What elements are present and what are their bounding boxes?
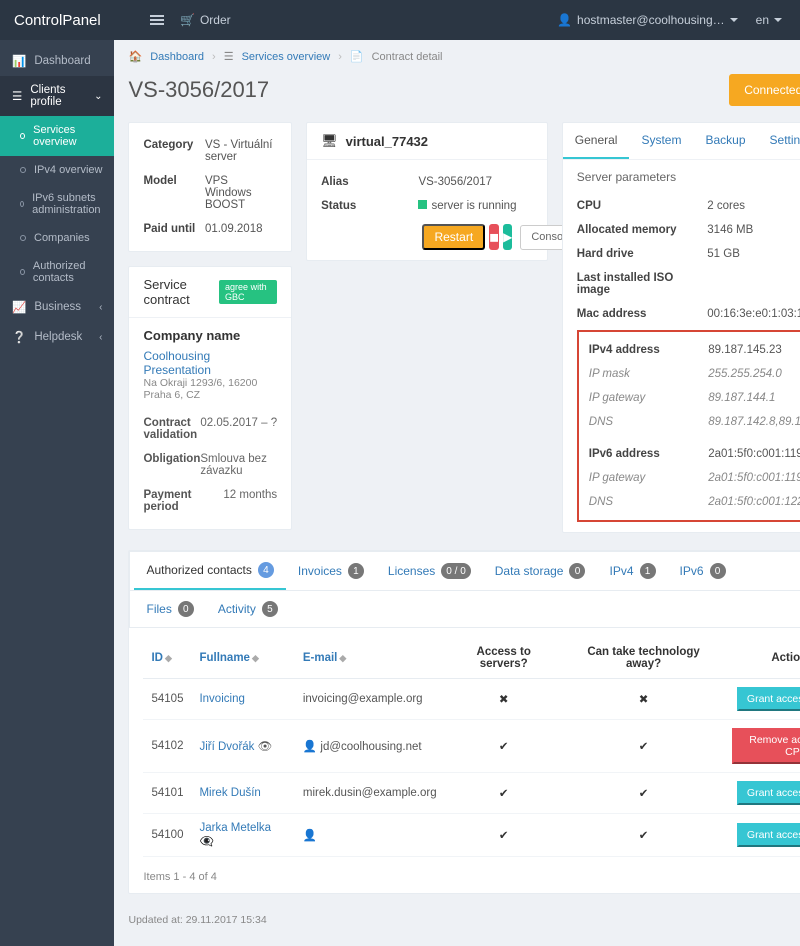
- th-actions: Actions: [724, 638, 800, 679]
- sidebar-dashboard[interactable]: 📊 Dashboard: [0, 46, 114, 76]
- sidebar-sub-4[interactable]: Authorized contacts: [0, 252, 114, 292]
- count-badge: 5: [262, 601, 278, 617]
- eye-off-icon: 👁‍🗨: [199, 836, 213, 848]
- circle-icon: [20, 269, 25, 275]
- pill-licenses[interactable]: Licenses 0 / 0: [376, 552, 483, 590]
- contact-link[interactable]: Mirek Dušín: [199, 787, 260, 799]
- sidebar-helpdesk[interactable]: ❔ Helpdesk‹: [0, 322, 114, 352]
- sidebar-business[interactable]: 📈 Business‹: [0, 292, 114, 322]
- tab-settings[interactable]: Settings: [758, 123, 800, 159]
- company-address: Na Okraji 1293/6, 16200 Praha 6, CZ: [143, 377, 277, 401]
- pill-ipv6[interactable]: IPv6 0: [668, 552, 738, 590]
- chevron-down-icon: [774, 18, 782, 26]
- th-takeaway: Can take technology away?: [563, 638, 725, 679]
- th-email[interactable]: E-mail◆: [295, 638, 445, 679]
- circle-icon: [20, 133, 25, 139]
- network-highlight-box: IPv4 address89.187.145.23IP mask255.255.…: [577, 330, 800, 522]
- remove-access-button[interactable]: Remove access to CP: [732, 728, 800, 764]
- count-badge: 0 / 0: [441, 563, 470, 579]
- tab-system[interactable]: System: [629, 123, 693, 159]
- grant-access-button[interactable]: Grant access to CP: [737, 781, 800, 805]
- pill-activity[interactable]: Activity 5: [206, 591, 290, 627]
- contact-link[interactable]: Invoicing: [199, 693, 244, 705]
- breadcrumb-services[interactable]: Services overview: [242, 51, 331, 63]
- count-badge: 0: [569, 563, 585, 579]
- play-button[interactable]: ▶: [503, 224, 512, 250]
- table-row: 54101Mirek Dušínmirek.dusin@example.org✔…: [143, 773, 800, 814]
- pill-data storage[interactable]: Data storage 0: [483, 552, 598, 590]
- breadcrumb: 🏠 Dashboard› ☰ Services overview› 📄 Cont…: [128, 50, 800, 63]
- pill-files[interactable]: Files 0: [134, 591, 205, 627]
- connected-button[interactable]: Connected: [729, 74, 800, 106]
- count-badge: 1: [640, 563, 656, 579]
- company-link[interactable]: Coolhousing Presentation: [143, 349, 210, 377]
- lang-menu[interactable]: en: [756, 13, 782, 27]
- count-badge: 1: [348, 563, 364, 579]
- contact-link[interactable]: Jiří Dvořák: [199, 741, 254, 753]
- pill-ipv4[interactable]: IPv4 1: [597, 552, 667, 590]
- server-params-title: Server parameters: [577, 170, 800, 184]
- person-icon: 👤: [303, 830, 317, 842]
- status-dot-icon: [418, 200, 427, 209]
- table-row: 54100Jarka Metelka 👁‍🗨👤✔✔Grant access to…: [143, 814, 800, 857]
- pill-authorized contacts[interactable]: Authorized contacts 4: [134, 552, 285, 590]
- th-access: Access to servers?: [445, 638, 563, 679]
- restart-button[interactable]: Restart: [422, 224, 485, 250]
- brand[interactable]: ControlPanel: [0, 12, 140, 29]
- th-id[interactable]: ID◆: [143, 638, 191, 679]
- circle-icon: [20, 167, 26, 173]
- sidebar-sub-3[interactable]: Companies: [0, 224, 114, 252]
- circle-icon: [20, 235, 26, 241]
- breadcrumb-contract: Contract detail: [372, 51, 443, 63]
- sidebar-sub-2[interactable]: IPv6 subnets administration: [0, 184, 114, 224]
- contacts-table: ID◆ Fullname◆ E-mail◆ Access to servers?…: [143, 638, 800, 857]
- count-badge: 0: [710, 563, 726, 579]
- count-badge: 4: [258, 562, 274, 578]
- company-name-label: Company name: [143, 328, 277, 349]
- circle-icon: [20, 201, 24, 207]
- sidebar-sub-1[interactable]: IPv4 overview: [0, 156, 114, 184]
- updated-at: Updated at: 29.11.2017 15:34: [128, 914, 800, 926]
- sidebar-sub-0[interactable]: Services overview: [0, 116, 114, 156]
- table-row: 54102Jiří Dvořák 👁👤 jd@coolhousing.net✔✔…: [143, 720, 800, 773]
- sidebar: 📊 Dashboard ☰ Clients profile⌄ Services …: [0, 40, 114, 946]
- status-text: server is running: [431, 200, 516, 212]
- pill-invoices[interactable]: Invoices 1: [286, 552, 376, 590]
- tab-backup[interactable]: Backup: [693, 123, 757, 159]
- grant-access-button[interactable]: Grant access to CP: [737, 823, 800, 847]
- count-badge: 0: [178, 601, 194, 617]
- chevron-down-icon: [730, 18, 738, 26]
- th-fullname[interactable]: Fullname◆: [191, 638, 294, 679]
- vm-header: 🖥 virtual_77432: [307, 123, 547, 160]
- user-menu[interactable]: 👤 hostmaster@coolhousing…: [557, 13, 738, 27]
- stop-button[interactable]: ◼: [489, 224, 499, 250]
- menu-toggle-icon[interactable]: [150, 15, 164, 25]
- order-link[interactable]: 🛒 Order: [180, 13, 231, 27]
- contact-link[interactable]: Jarka Metelka: [199, 822, 271, 834]
- table-row: 54105Invoicinginvoicing@example.org✖✖Gra…: [143, 679, 800, 720]
- eye-icon: 👁: [258, 741, 273, 753]
- tab-general[interactable]: General: [563, 123, 630, 159]
- page-title: VS-3056/2017: [128, 77, 269, 103]
- breadcrumb-dashboard[interactable]: Dashboard: [150, 51, 204, 63]
- contract-header: Service contract agree with GBC: [129, 267, 291, 318]
- gbc-badge: agree with GBC: [219, 280, 277, 304]
- sidebar-clients-profile[interactable]: ☰ Clients profile⌄: [0, 76, 114, 116]
- person-icon: 👤: [303, 741, 317, 753]
- table-footer: Items 1 - 4 of 4: [143, 871, 800, 883]
